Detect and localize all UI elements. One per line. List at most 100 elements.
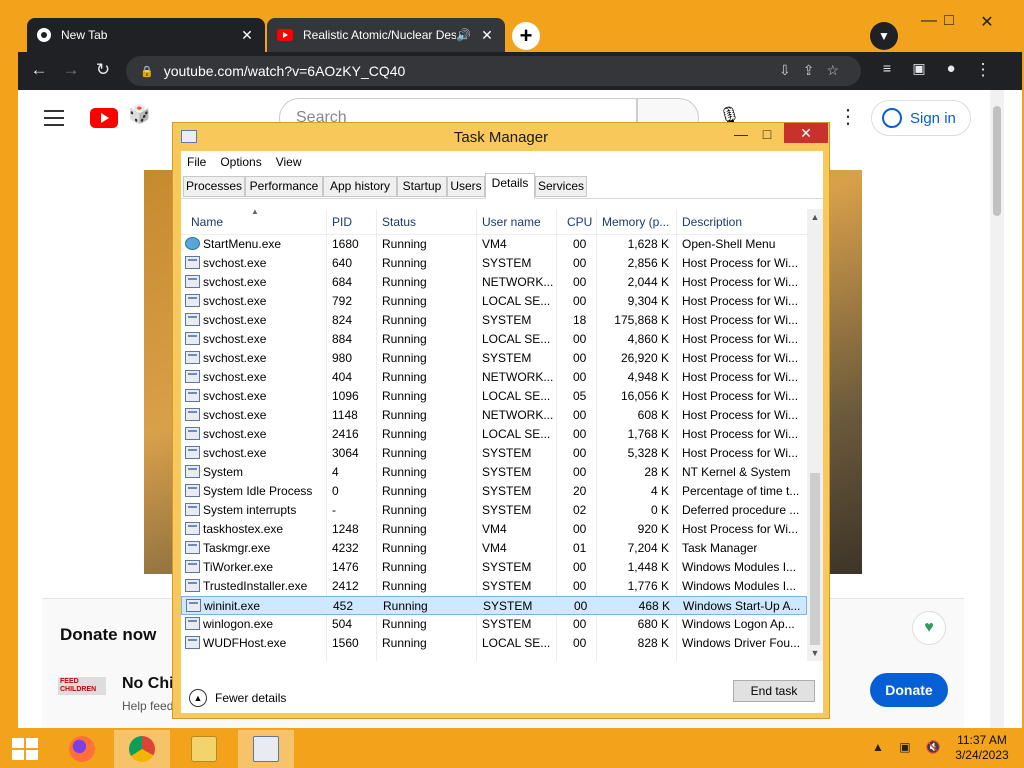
table-row[interactable]: TiWorker.exe 1476 Running SYSTEM 00 1,448 K Wi… [181, 558, 807, 577]
cell-cpu: 00 [574, 599, 588, 613]
column-cpu[interactable]: CPU [567, 215, 592, 229]
table-row[interactable]: svchost.exe 3064 Running SYSTEM 00 5,328 K Hos… [181, 444, 807, 463]
column-status[interactable]: Status [382, 215, 416, 229]
menu-options[interactable]: Options [220, 155, 261, 169]
cell-name: svchost.exe [203, 351, 267, 365]
sign-in-button[interactable]: Sign in [871, 100, 971, 136]
menu-view[interactable]: View [276, 155, 302, 169]
table-row[interactable]: svchost.exe 684 Running NETWORK... 00 2,044 K… [181, 273, 807, 292]
tab-new-tab[interactable]: New Tab ✕ [27, 18, 265, 52]
table-row[interactable]: svchost.exe 980 Running SYSTEM 00 26,920 K Hos… [181, 349, 807, 368]
cell-memory: 2,044 K [627, 275, 669, 289]
table-row[interactable]: System 4 Running SYSTEM 00 28 K NT Kernel & Sy… [181, 463, 807, 482]
menu-file[interactable]: File [187, 155, 206, 169]
tab-app-history[interactable]: App history [323, 176, 397, 197]
close-window-icon[interactable]: ✕ [972, 12, 1002, 32]
fewer-details-button[interactable]: ▲ Fewer details [189, 689, 286, 707]
tab-users[interactable]: Users [447, 176, 485, 197]
table-row[interactable]: StartMenu.exe 1680 Running VM4 00 1,628 K Open… [181, 235, 807, 254]
task-manager-taskbar-icon[interactable] [238, 730, 294, 768]
firefox-icon[interactable] [54, 730, 110, 768]
file-explorer-icon[interactable] [176, 730, 232, 768]
close-icon[interactable]: ✕ [479, 27, 495, 44]
cell-pid: 1476 [332, 560, 359, 574]
chrome-menu-icon[interactable]: ⋮ [972, 60, 994, 80]
tab-performance[interactable]: Performance [245, 176, 323, 197]
tab-search-icon[interactable]: ▼ [870, 22, 898, 50]
doodle-icon[interactable]: 🎲 [128, 104, 150, 125]
close-icon[interactable]: ✕ [784, 123, 828, 143]
charity-logo: FEED CHILDREN [58, 677, 106, 695]
speaker-icon[interactable]: 🔊 [456, 28, 471, 42]
heart-icon: ♥ [912, 611, 946, 645]
process-icon [185, 408, 200, 421]
footer: ▲ Fewer details End task [181, 680, 823, 713]
scroll-down-icon[interactable]: ▼ [807, 645, 823, 661]
table-row[interactable]: svchost.exe 884 Running LOCAL SE... 00 4,860 … [181, 330, 807, 349]
hamburger-menu-icon[interactable] [44, 110, 64, 131]
table-row[interactable]: TrustedInstaller.exe 2412 Running SYSTEM 00 1… [181, 577, 807, 596]
grid-scrollbar[interactable]: ▲ ▼ [807, 209, 823, 661]
back-icon[interactable]: ← [28, 60, 50, 80]
omnibox-actions-icon[interactable]: ⇩⇪☆ [779, 62, 851, 79]
system-tray-icons[interactable]: ▲ ▣ 🔇 [872, 740, 947, 754]
tab-startup[interactable]: Startup [397, 176, 447, 197]
reload-icon[interactable]: ↻ [92, 60, 114, 80]
tab-services[interactable]: Services [535, 176, 587, 197]
profile-icon[interactable]: ● [940, 60, 962, 77]
table-row[interactable]: Taskmgr.exe 4232 Running VM4 01 7,204 K Task M… [181, 539, 807, 558]
column-memory[interactable]: Memory (p... [602, 215, 669, 229]
new-tab-button[interactable]: + [512, 22, 540, 50]
table-row[interactable]: svchost.exe 824 Running SYSTEM 18 175,868 K Ho… [181, 311, 807, 330]
windows-start-icon[interactable] [12, 738, 38, 760]
donate-button[interactable]: Donate [870, 673, 948, 707]
column-description[interactable]: Description [682, 215, 742, 229]
lock-icon[interactable]: 🔒 [140, 65, 154, 78]
close-icon[interactable]: ✕ [239, 27, 255, 44]
chevron-up-icon: ▲ [189, 689, 207, 707]
youtube-logo-icon[interactable] [90, 108, 118, 128]
table-row[interactable]: svchost.exe 2416 Running LOCAL SE... 00 1,768… [181, 425, 807, 444]
table-row[interactable]: svchost.exe 792 Running LOCAL SE... 00 9,304 … [181, 292, 807, 311]
tab-details[interactable]: Details [485, 173, 535, 199]
cell-user: LOCAL SE... [482, 294, 551, 308]
side-panel-icon[interactable]: ▣ [908, 60, 930, 77]
chrome-taskbar-icon[interactable] [114, 730, 170, 768]
table-row[interactable]: svchost.exe 404 Running NETWORK... 00 4,948 K… [181, 368, 807, 387]
column-name[interactable]: Name [191, 215, 223, 229]
tab-processes[interactable]: Processes [183, 176, 245, 197]
title-bar[interactable]: Task Manager — □ ✕ [173, 123, 829, 151]
cell-desc: Host Process for Wi... [682, 427, 799, 441]
scrollbar-thumb[interactable] [810, 473, 820, 645]
scrollbar-thumb[interactable] [993, 106, 1001, 216]
table-row[interactable]: svchost.exe 1096 Running LOCAL SE... 05 16,05… [181, 387, 807, 406]
process-icon [185, 541, 200, 554]
clock[interactable]: 11:37 AM 3/24/2023 [950, 733, 1014, 763]
media-controls-icon[interactable]: ≡ [876, 60, 898, 76]
cell-user: LOCAL SE... [482, 636, 551, 650]
more-options-icon[interactable]: ⋮ [838, 104, 858, 129]
scroll-up-icon[interactable]: ▲ [807, 209, 823, 225]
column-user-name[interactable]: User name [482, 215, 541, 229]
maximize-icon[interactable]: □ [934, 12, 964, 30]
table-row-selected[interactable]: wininit.exe 452 Running SYSTEM 00 468 K Window… [181, 596, 807, 615]
maximize-icon[interactable]: □ [753, 125, 781, 145]
minimize-icon[interactable]: — [727, 125, 755, 145]
end-task-button[interactable]: End task [733, 680, 815, 702]
page-scrollbar[interactable] [990, 90, 1004, 728]
table-row[interactable]: taskhostex.exe 1248 Running VM4 00 920 K Host … [181, 520, 807, 539]
address-bar[interactable]: 🔒 youtube.com/watch?v=6AOzKY_CQ40 ⇩⇪☆ [126, 56, 861, 86]
table-row[interactable]: winlogon.exe 504 Running SYSTEM 00 680 K Windo… [181, 615, 807, 634]
cell-cpu: 00 [573, 560, 587, 574]
table-row[interactable]: System Idle Process 0 Running SYSTEM 20 4 K Pe… [181, 482, 807, 501]
forward-icon[interactable]: → [60, 60, 82, 80]
table-row[interactable]: System interrupts - Running SYSTEM 02 0 K Defe… [181, 501, 807, 520]
table-row[interactable]: svchost.exe 640 Running SYSTEM 00 2,856 K Host… [181, 254, 807, 273]
table-row[interactable]: WUDFHost.exe 1560 Running LOCAL SE... 00 828 … [181, 634, 807, 653]
cell-user: NETWORK... [482, 275, 554, 289]
cell-name: svchost.exe [203, 313, 267, 327]
column-pid[interactable]: PID [332, 215, 352, 229]
table-row[interactable]: svchost.exe 1148 Running NETWORK... 00 608 K H… [181, 406, 807, 425]
tab-youtube-video[interactable]: Realistic Atomic/Nuclear Des 🔊 ✕ [267, 18, 505, 52]
cell-pid: 1560 [332, 636, 359, 650]
